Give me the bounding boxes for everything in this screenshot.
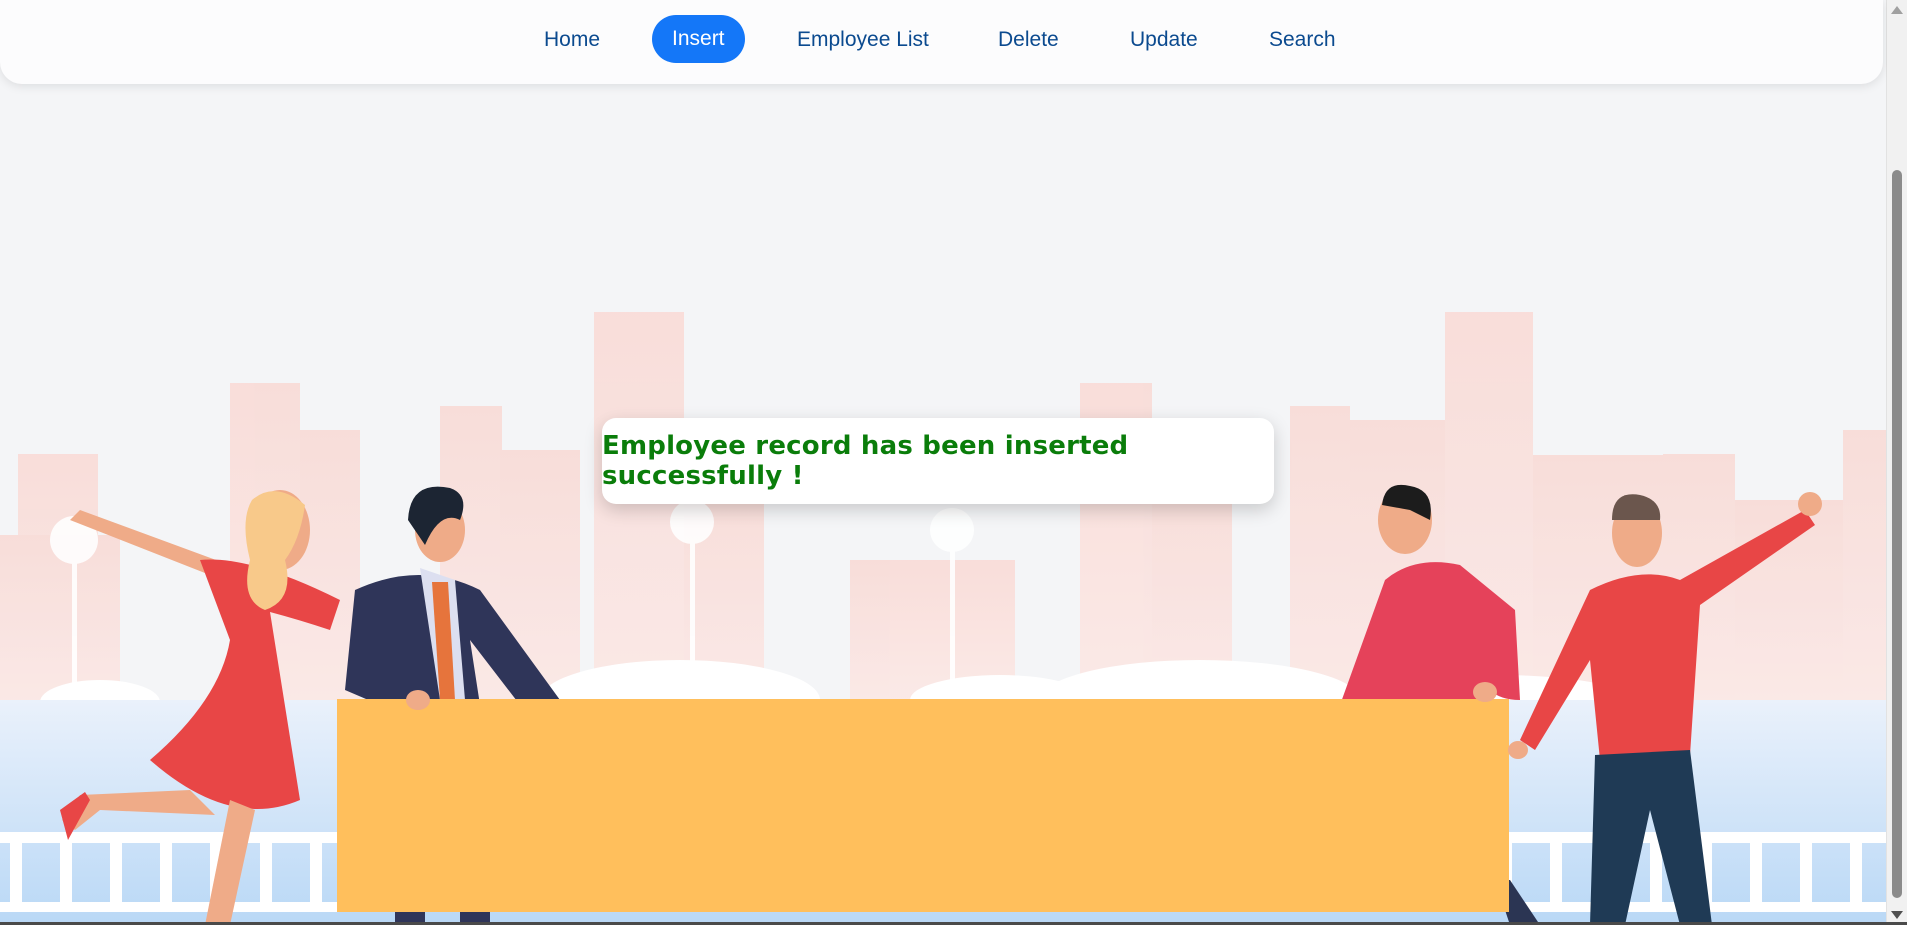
nav-delete[interactable]: Delete	[978, 16, 1079, 64]
banner	[337, 699, 1509, 912]
scroll-thumb[interactable]	[1892, 170, 1902, 898]
top-navbar: Home Insert Employee List Delete Update …	[0, 0, 1883, 84]
nav-update[interactable]: Update	[1110, 16, 1218, 64]
nav-insert[interactable]: Insert	[652, 15, 745, 63]
success-message-card: Employee record has been inserted succes…	[602, 418, 1274, 504]
scroll-down-icon[interactable]	[1891, 911, 1903, 919]
nav-employee-list[interactable]: Employee List	[777, 16, 949, 64]
scroll-up-icon[interactable]	[1891, 6, 1903, 14]
nav-home[interactable]: Home	[524, 16, 620, 64]
vertical-scrollbar[interactable]	[1886, 0, 1907, 925]
nav-search[interactable]: Search	[1249, 16, 1356, 64]
page: Home Insert Employee List Delete Update …	[0, 0, 1887, 925]
success-message: Employee record has been inserted succes…	[602, 431, 1129, 491]
